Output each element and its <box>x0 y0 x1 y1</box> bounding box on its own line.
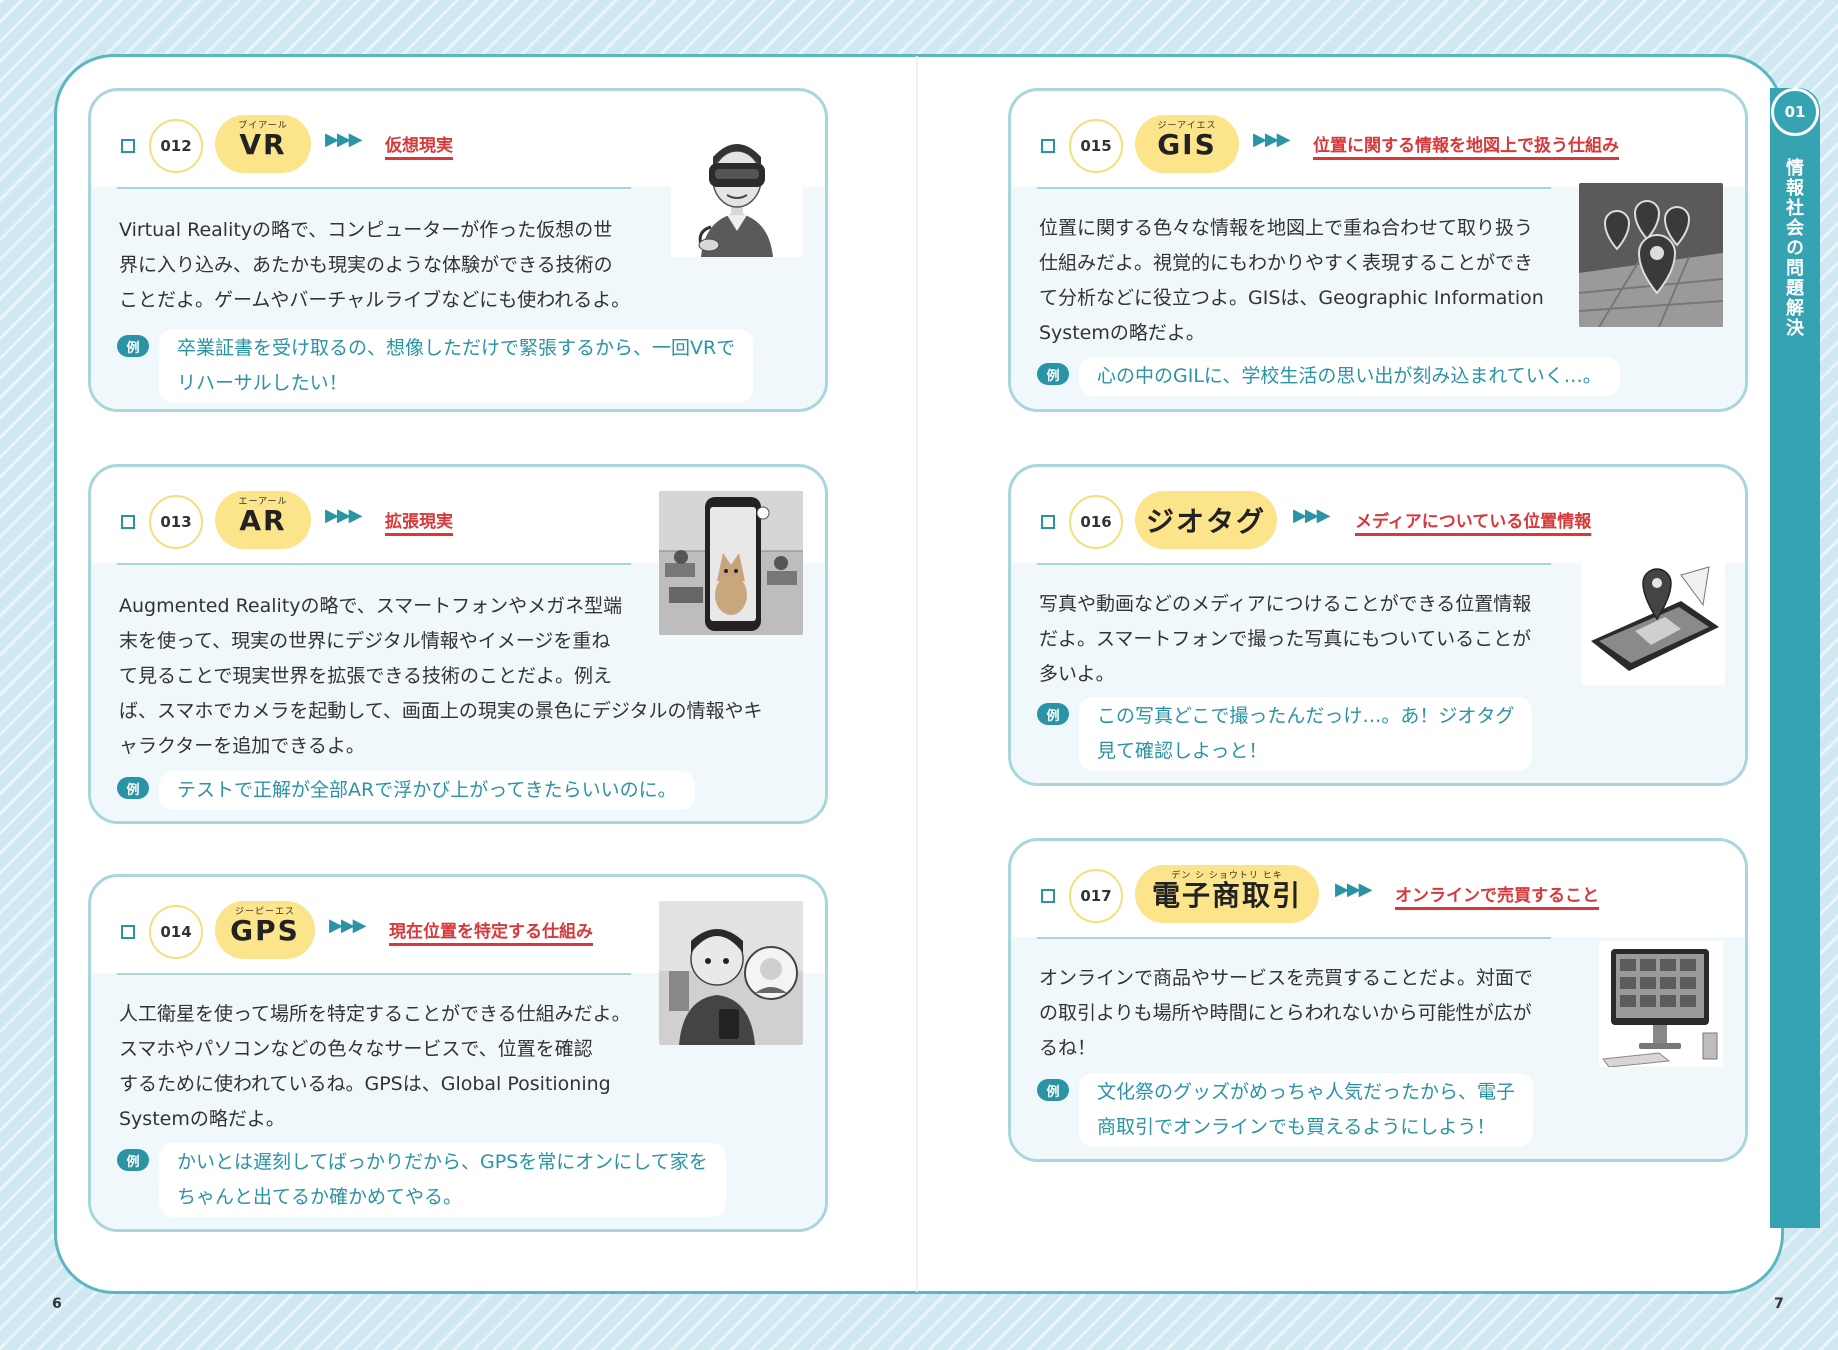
page-number-right: 7 <box>1774 1296 1784 1312</box>
book-gutter <box>916 56 918 1292</box>
term-number: 013 <box>149 495 203 549</box>
divider <box>1037 187 1551 189</box>
term-ruby: ジーピーエス <box>234 907 295 917</box>
example-bubble: かいとは遅刻してばっかりだから、GPSを常にオンにして家を ちゃんと出てるか確か… <box>159 1143 726 1217</box>
term-card-ecommerce: 017 デン シ ショウトリ ヒキ 電子商取引 ▶▶▶ オンラインで売買すること… <box>1008 838 1748 1162</box>
ar-smartphone-classroom-icon <box>659 491 803 635</box>
term-definition: 仮想現実 <box>385 136 453 156</box>
example-bubble: 心の中のGILに、学校生活の思い出が刻み込まれていく…。 <box>1079 357 1620 396</box>
divider <box>117 563 631 565</box>
checkbox-square-icon <box>121 925 135 939</box>
vr-headset-person-icon <box>671 127 803 257</box>
checkbox-square-icon <box>1041 515 1055 529</box>
example-badge: 例 <box>1037 1079 1069 1101</box>
term-ruby: エーアール <box>238 497 288 507</box>
term-label: VR <box>239 127 287 161</box>
example-bubble: この写真どこで撮ったんだっけ…。あ！ジオタグ 見て確認しよっと！ <box>1079 697 1533 771</box>
triple-arrow-icon: ▶▶▶ <box>1293 505 1331 526</box>
term-card-gis: 015 ジーアイエス GIS ▶▶▶ 位置に関する情報を地図上で扱う仕組み 位置… <box>1008 88 1748 412</box>
triple-arrow-icon: ▶▶▶ <box>1335 879 1373 900</box>
term-pill: エーアール AR <box>215 491 311 549</box>
term-description: 位置に関する色々な情報を地図上で重ね合わせて取り扱う 仕組みだよ。視覚的にもわか… <box>1039 217 1544 344</box>
term-description: 写真や動画などのメディアにつけることができる位置情報 だよ。スマートフォンで撮っ… <box>1039 593 1532 685</box>
map-pins-icon <box>1579 183 1723 327</box>
term-pill: ジオタグ <box>1135 491 1277 549</box>
example-badge: 例 <box>117 1149 149 1171</box>
gps-student-phone-icon <box>659 901 803 1045</box>
divider <box>1037 563 1551 565</box>
triple-arrow-icon: ▶▶▶ <box>325 129 363 150</box>
triple-arrow-icon: ▶▶▶ <box>325 505 363 526</box>
divider <box>1037 937 1551 939</box>
example-badge: 例 <box>117 777 149 799</box>
term-card-gps: 014 ジーピーエス GPS ▶▶▶ 現在位置を特定する仕組み 人工衛星を使って… <box>88 874 828 1232</box>
term-ruby: ブイアール <box>238 121 288 131</box>
term-number: 012 <box>149 119 203 173</box>
term-ruby: ジーアイエス <box>1157 121 1217 131</box>
example-badge: 例 <box>1037 363 1069 385</box>
example-badge: 例 <box>117 335 149 357</box>
term-description: 人工衛星を使って場所を特定することができる仕組みだよ。 スマホやパソコンなどの色… <box>119 1003 631 1130</box>
example-bubble: 文化祭のグッズがめっちゃ人気だったから、電子 商取引でオンラインでも買えるように… <box>1079 1073 1534 1147</box>
term-pill: ブイアール VR <box>215 115 311 173</box>
term-card-vr: 012 ブイアール VR ▶▶▶ 仮想現実 Virtual Realityの略で… <box>88 88 828 412</box>
term-label: GIS <box>1157 127 1217 161</box>
example-bubble: 卒業証書を受け取るの、想像しただけで緊張するから、一回VRで リハーサルしたい！ <box>159 329 754 403</box>
online-shop-monitor-icon <box>1599 941 1723 1067</box>
page-number-left: 6 <box>52 1296 62 1312</box>
term-label: AR <box>239 503 287 537</box>
term-description: オンラインで商品やサービスを売買することだよ。対面で の取引よりも場所や時間にと… <box>1039 967 1534 1059</box>
term-card-geotag: 016 ジオタグ ▶▶▶ メディアについている位置情報 写真や動画などのメディア… <box>1008 464 1748 786</box>
term-definition: 位置に関する情報を地図上で扱う仕組み <box>1313 136 1619 156</box>
term-definition: 拡張現実 <box>385 512 453 532</box>
term-label: ジオタグ <box>1146 505 1267 538</box>
term-pill: ジーアイエス GIS <box>1135 115 1239 173</box>
term-description: Virtual Realityの略で、コンピューターが作った仮想の世 界に入り込… <box>119 219 631 311</box>
term-label: GPS <box>230 913 300 947</box>
chapter-title: 情報社会の問題解決 <box>1783 158 1804 338</box>
checkbox-square-icon <box>121 139 135 153</box>
term-definition: メディアについている位置情報 <box>1355 512 1592 532</box>
term-ruby: デン シ ショウトリ ヒキ <box>1171 871 1283 881</box>
checkbox-square-icon <box>1041 889 1055 903</box>
example-badge: 例 <box>1037 703 1069 725</box>
term-number: 014 <box>149 905 203 959</box>
term-definition: オンラインで売買すること <box>1395 886 1599 906</box>
term-card-ar: 013 エーアール AR ▶▶▶ 拡張現実 Augmented Realityの… <box>88 464 828 824</box>
term-number: 015 <box>1069 119 1123 173</box>
term-number: 017 <box>1069 869 1123 923</box>
checkbox-square-icon <box>121 515 135 529</box>
term-number: 016 <box>1069 495 1123 549</box>
example-bubble: テストで正解が全部ARで浮かび上がってきたらいいのに。 <box>159 771 695 810</box>
term-pill: ジーピーエス GPS <box>215 901 315 959</box>
checkbox-square-icon <box>1041 139 1055 153</box>
divider <box>117 973 631 975</box>
phone-location-pin-icon <box>1581 561 1725 685</box>
term-definition: 現在位置を特定する仕組み <box>389 922 593 942</box>
triple-arrow-icon: ▶▶▶ <box>329 915 367 936</box>
divider <box>117 187 631 189</box>
chapter-number: 01 <box>1771 88 1819 136</box>
term-pill: デン シ ショウトリ ヒキ 電子商取引 <box>1135 865 1319 923</box>
triple-arrow-icon: ▶▶▶ <box>1253 129 1291 150</box>
